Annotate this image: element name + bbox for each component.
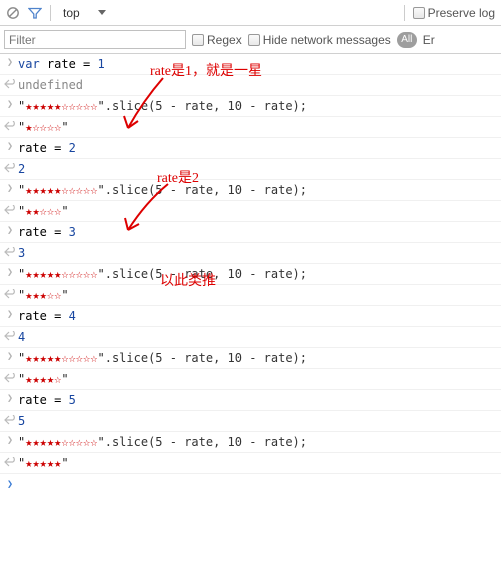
console-input-row: "★★★★★☆☆☆☆☆".slice(5 - rate, 10 - rate); (0, 180, 501, 201)
console-output-row: "★★☆☆☆" (0, 201, 501, 222)
input-chevron-icon (2, 56, 18, 72)
checkbox-icon (192, 34, 204, 46)
input-chevron-icon (2, 98, 18, 114)
console-output-row: "★★★★★" (0, 453, 501, 474)
console-input-row: "★★★★★☆☆☆☆☆".slice(5 - rate, 10 - rate); (0, 432, 501, 453)
console-input-row: "★★★★★☆☆☆☆☆".slice(5 - rate, 10 - rate); (0, 348, 501, 369)
code-text: rate = 2 (18, 140, 76, 156)
console-input-row: rate = 2 (0, 138, 501, 159)
console-output: var rate = 1 undefined "★★★★★☆☆☆☆☆".slic… (0, 54, 501, 496)
context-label: top (63, 6, 80, 20)
output-arrow-icon (2, 161, 18, 177)
input-chevron-icon (2, 392, 18, 408)
output-arrow-icon (2, 77, 18, 93)
checkbox-icon (413, 7, 425, 19)
result-text: "★★★★★" (18, 455, 69, 471)
result-text: 4 (18, 329, 25, 345)
input-chevron-icon (2, 350, 18, 366)
chevron-down-icon (98, 10, 106, 16)
console-output-row: 5 (0, 411, 501, 432)
console-output-row: "★★★☆☆" (0, 285, 501, 306)
code-text: "★★★★★☆☆☆☆☆".slice(5 - rate, 10 - rate); (18, 350, 307, 366)
code-text: "★★★★★☆☆☆☆☆".slice(5 - rate, 10 - rate); (18, 98, 307, 114)
prompt-chevron-icon (2, 478, 18, 494)
code-text: "★★★★★☆☆☆☆☆".slice(5 - rate, 10 - rate); (18, 266, 307, 282)
output-arrow-icon (2, 329, 18, 345)
result-text: undefined (18, 77, 83, 93)
code-text: rate = 3 (18, 224, 76, 240)
result-text: 3 (18, 245, 25, 261)
code-text: var rate = 1 (18, 56, 105, 72)
console-output-row: "★☆☆☆☆" (0, 117, 501, 138)
console-output-row: 3 (0, 243, 501, 264)
code-text: rate = 5 (18, 392, 76, 408)
output-arrow-icon (2, 287, 18, 303)
preserve-log-label: Preserve log (428, 6, 495, 20)
context-dropdown[interactable]: top (59, 6, 110, 20)
regex-label: Regex (207, 33, 242, 47)
output-arrow-icon (2, 203, 18, 219)
input-chevron-icon (2, 182, 18, 198)
output-arrow-icon (2, 119, 18, 135)
output-arrow-icon (2, 245, 18, 261)
console-toolbar: top Preserve log (0, 0, 501, 26)
result-text: "★★★☆☆" (18, 287, 69, 303)
output-arrow-icon (2, 413, 18, 429)
filter-input[interactable] (4, 30, 186, 49)
result-text: "★☆☆☆☆" (18, 119, 69, 135)
console-input-row: rate = 5 (0, 390, 501, 411)
clear-icon[interactable] (6, 6, 20, 20)
regex-checkbox[interactable]: Regex (192, 33, 242, 47)
output-arrow-icon (2, 455, 18, 471)
output-arrow-icon (2, 371, 18, 387)
checkbox-icon (248, 34, 260, 46)
console-output-row: 2 (0, 159, 501, 180)
toolbar-separator (50, 5, 51, 21)
console-input-row: var rate = 1 (0, 54, 501, 75)
result-text: "★★☆☆☆" (18, 203, 69, 219)
console-input-row: "★★★★★☆☆☆☆☆".slice(5 - rate, 10 - rate); (0, 96, 501, 117)
hide-network-label: Hide network messages (263, 33, 391, 47)
input-chevron-icon (2, 140, 18, 156)
preserve-log-checkbox[interactable]: Preserve log (413, 6, 495, 20)
console-input-row: rate = 3 (0, 222, 501, 243)
level-all-pill[interactable]: All (397, 32, 417, 48)
input-chevron-icon (2, 434, 18, 450)
input-chevron-icon (2, 224, 18, 240)
toolbar-separator (404, 5, 405, 21)
result-text: 2 (18, 161, 25, 177)
code-text: "★★★★★☆☆☆☆☆".slice(5 - rate, 10 - rate); (18, 434, 307, 450)
console-input-row: "★★★★★☆☆☆☆☆".slice(5 - rate, 10 - rate); (0, 264, 501, 285)
input-chevron-icon (2, 266, 18, 282)
level-errors-tab[interactable]: Er (423, 33, 435, 47)
console-output-row: "★★★★☆" (0, 369, 501, 390)
console-prompt-row[interactable] (0, 474, 501, 496)
filter-bar: Regex Hide network messages All Er (0, 26, 501, 54)
code-text: rate = 4 (18, 308, 76, 324)
console-input-row: rate = 4 (0, 306, 501, 327)
code-text: "★★★★★☆☆☆☆☆".slice(5 - rate, 10 - rate); (18, 182, 307, 198)
result-text: 5 (18, 413, 25, 429)
filter-icon[interactable] (28, 6, 42, 20)
result-text: "★★★★☆" (18, 371, 69, 387)
console-output-row: undefined (0, 75, 501, 96)
input-chevron-icon (2, 308, 18, 324)
hide-network-checkbox[interactable]: Hide network messages (248, 33, 391, 47)
console-output-row: 4 (0, 327, 501, 348)
